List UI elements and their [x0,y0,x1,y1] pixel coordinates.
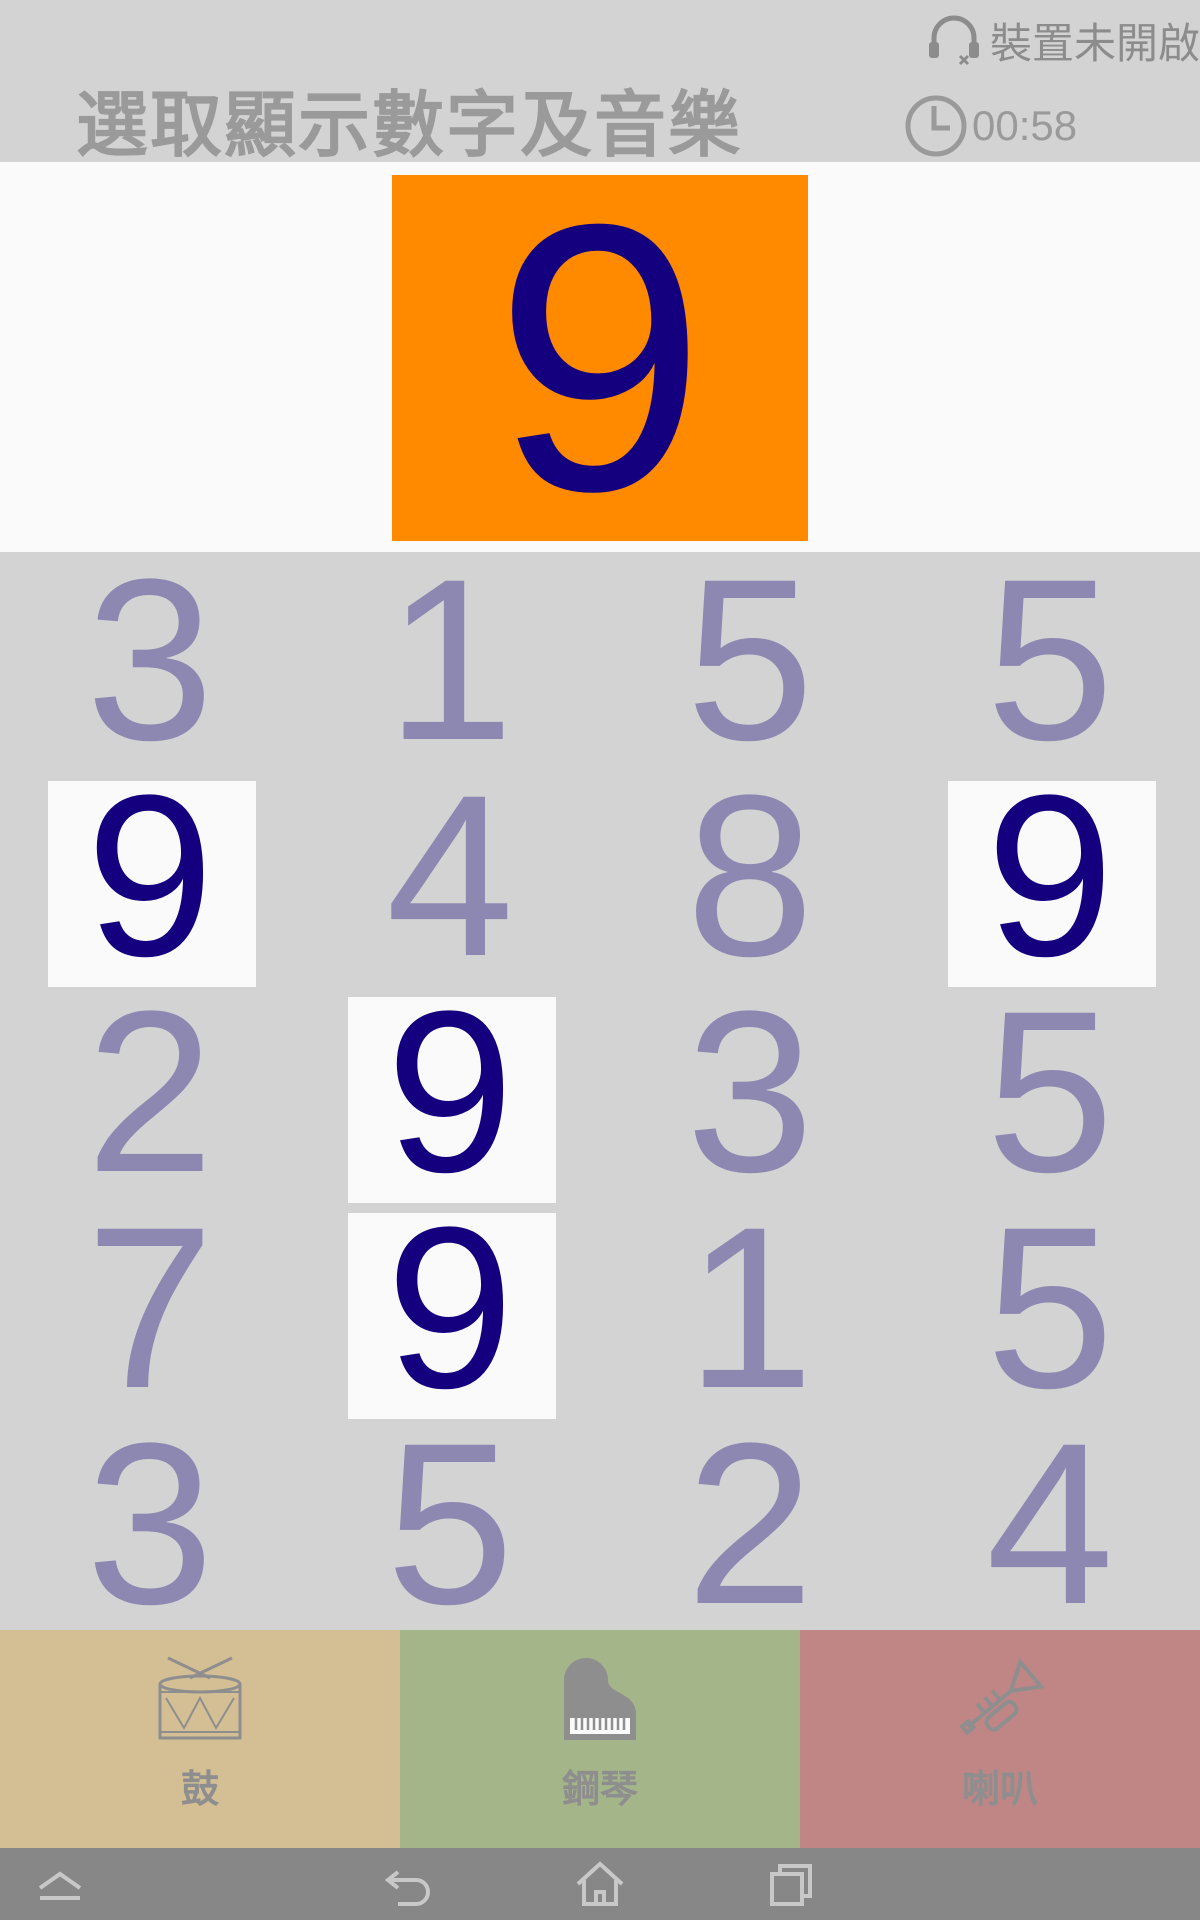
collapse-icon[interactable] [30,1858,90,1910]
grid-digit: 5 [986,531,1114,788]
grid-cell[interactable]: 5 [600,545,900,775]
grid-cell[interactable]: 9 [0,761,300,991]
grid-digit: 9 [386,1179,514,1436]
device-status: 裝置未開啟 [924,10,1200,70]
grid-digit: 5 [686,531,814,788]
grid-digit: 7 [86,1179,214,1436]
grid-cell[interactable]: 2 [0,977,300,1207]
grid-cell[interactable]: 5 [900,1193,1200,1423]
recents-icon[interactable] [762,1858,822,1910]
grid-cell[interactable]: 1 [600,1193,900,1423]
grid-digit: 4 [386,747,514,1004]
grid-digit: 2 [686,1395,814,1652]
grid-cell[interactable]: 3 [0,1409,300,1639]
grid-digit: 9 [986,747,1114,1004]
grid-digit: 3 [86,531,214,788]
grid-cell[interactable]: 8 [600,761,900,991]
trumpet-label: 喇叭 [961,1767,1038,1811]
headset-disconnected-icon [928,15,979,66]
piano-label: 鋼琴 [561,1767,638,1811]
trumpet-icon [959,1658,1045,1736]
grid-digit: 3 [86,1395,214,1652]
timer: 00:58 [904,92,1077,160]
grid-digit: 2 [86,963,214,1220]
grid-cell[interactable]: 5 [900,977,1200,1207]
timer-label: 00:58 [972,102,1078,149]
grid-digit: 1 [386,531,514,788]
home-icon[interactable] [570,1858,630,1910]
grid-cell[interactable]: 9 [300,1193,600,1423]
piano-icon [564,1658,636,1740]
drum-button[interactable]: 鼓 [0,1630,400,1848]
device-status-label: 裝置未開啟 [989,18,1200,68]
grid-cell[interactable]: 9 [300,977,600,1207]
grid-cell[interactable]: 4 [900,1409,1200,1639]
grid-cell[interactable]: 5 [900,545,1200,775]
grid-digit: 5 [986,1179,1114,1436]
clock-icon [905,95,967,157]
app: 裝置未開啟 選取顯示數字及音樂 00:58 9 3155948929357915… [0,0,1200,1920]
grid-cell[interactable]: 1 [300,545,600,775]
grid-digit: 4 [986,1395,1114,1652]
drum-icon [158,1656,242,1740]
grid-digit: 8 [686,747,814,1004]
back-icon[interactable] [378,1858,438,1910]
instrument-bar: 鼓 鋼琴 喇叭 [0,1630,1200,1848]
grid-digit: 3 [686,963,814,1220]
header: 裝置未開啟 選取顯示數字及音樂 00:58 [0,0,1200,167]
grid-digit: 9 [386,963,514,1220]
grid-cell[interactable]: 5 [300,1409,600,1639]
grid-cell[interactable]: 9 [900,761,1200,991]
target-digit: 9 [392,168,808,548]
grid-cell[interactable]: 2 [600,1409,900,1639]
piano-button[interactable]: 鋼琴 [400,1630,800,1848]
grid-cell[interactable]: 7 [0,1193,300,1423]
grid-digit: 9 [86,747,214,1004]
grid-digit: 1 [686,1179,814,1436]
target-area: 9 [0,162,1200,552]
drum-label: 鼓 [180,1767,219,1811]
trumpet-button[interactable]: 喇叭 [800,1630,1200,1848]
grid-cell[interactable]: 4 [300,761,600,991]
grid-cell[interactable]: 3 [0,545,300,775]
grid-digit: 5 [986,963,1114,1220]
number-grid: 31559489293579153524 [0,545,1200,1639]
grid-digit: 5 [386,1395,514,1652]
grid-cell[interactable]: 3 [600,977,900,1207]
system-navbar [0,1848,1200,1920]
